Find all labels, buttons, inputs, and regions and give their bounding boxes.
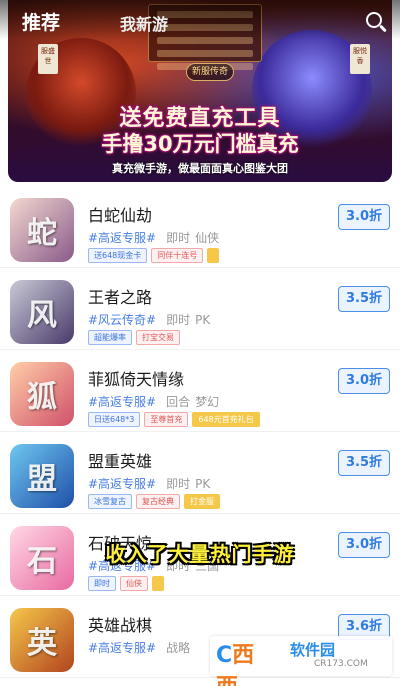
game-meta: #高返专服# 即时 仙侠 <box>88 229 224 246</box>
discount-button[interactable]: 3.0折 <box>338 204 390 230</box>
video-subtitle: 收入了大量热门手游 <box>105 542 295 566</box>
discount-button[interactable]: 3.0折 <box>338 368 390 394</box>
game-badge: 超能爆率 <box>88 330 132 345</box>
list-item[interactable]: 蛇 白蛇仙劫 #高返专服# 即时 仙侠送648现金卡 同伴十连号 3.0折 <box>0 186 400 268</box>
discount-button[interactable]: 3.5折 <box>338 450 390 476</box>
game-badges: 日送648*3 至尊首充 648元首充礼包 <box>88 412 264 431</box>
tab-recommend[interactable]: 推荐 <box>22 8 60 35</box>
game-badges: 即时 仙侠 <box>88 576 168 595</box>
top-tab-bar: 推荐 我新游 <box>0 0 400 40</box>
list-item[interactable]: 狐 菲狐倚天情缘 #高返专服# 回合 梦幻日送648*3 至尊首充 648元首充礼包 3.0折 <box>0 350 400 432</box>
game-badge: 日送648*3 <box>88 412 141 427</box>
game-icon-art: 狐 <box>27 380 57 415</box>
game-special-tag[interactable]: #高返专服# <box>88 641 156 655</box>
game-badge: 同伴十连号 <box>151 248 204 263</box>
list-item[interactable]: 风 王者之路 #风云传奇# 即时 PK 超能爆率 打宝交易 3.5折 <box>0 268 400 350</box>
game-icon-art: 盟 <box>27 462 57 497</box>
game-badges: 超能爆率 打宝交易 <box>88 330 184 349</box>
game-badge: 冰雪复古 <box>88 494 132 509</box>
game-badge: 打宝交易 <box>136 330 180 345</box>
game-badge: 648元首充礼包 <box>192 412 260 427</box>
game-icon[interactable]: 英 <box>10 608 74 672</box>
game-badge: 送648现金卡 <box>88 248 148 263</box>
watermark-logo: C西西 <box>216 643 255 686</box>
game-icon[interactable]: 蛇 <box>10 198 74 262</box>
game-badge <box>207 248 220 263</box>
game-icon-art: 风 <box>27 298 57 333</box>
game-special-tag[interactable]: #高返专服# <box>88 231 156 245</box>
game-badges: 送648现金卡 同伴十连号 <box>88 248 223 267</box>
discount-button[interactable]: 3.5折 <box>338 286 390 312</box>
tab-new-games[interactable]: 我新游 <box>120 11 168 35</box>
game-badges: 冰雪复古 复古经典 打金服 <box>88 494 224 513</box>
game-badge: 打金服 <box>184 494 220 509</box>
game-genre-tag: 即时 <box>166 313 191 327</box>
game-special-tag[interactable]: #高返专服# <box>88 395 156 409</box>
game-genre-tag: 仙侠 <box>195 231 220 245</box>
game-meta: #风云传奇# 即时 PK <box>88 311 215 328</box>
game-badge: 复古经典 <box>136 494 180 509</box>
game-icon-art: 蛇 <box>27 216 57 251</box>
watermark-name: 软件园 <box>290 641 336 659</box>
game-title[interactable]: 白蛇仙劫 <box>88 202 152 226</box>
game-genre-tag: 即时 <box>166 477 191 491</box>
game-meta: #高返专服# 即时 PK <box>88 475 215 492</box>
game-badge <box>152 576 164 591</box>
game-title[interactable]: 王者之路 <box>88 284 152 308</box>
game-genre-tag: 即时 <box>166 231 191 245</box>
banner-tag-right: 服悦香 <box>350 44 370 74</box>
game-special-tag[interactable]: #高返专服# <box>88 477 156 491</box>
site-watermark: C西西 软件园 CR173.COM <box>210 636 392 686</box>
banner-caption: 真充微手游，做最面面真心图鉴大团 <box>112 162 288 175</box>
banner-sub-logo: 新服传奇 <box>186 63 234 81</box>
game-badge: 至尊首充 <box>144 412 189 427</box>
game-meta: #高返专服# 战略 <box>88 639 195 656</box>
game-badge: 仙侠 <box>120 576 148 591</box>
game-genre-tag: 战略 <box>166 641 191 655</box>
banner-tag-left: 服盛世 <box>38 44 58 74</box>
game-title[interactable]: 盟重英雄 <box>88 448 152 472</box>
search-icon[interactable] <box>364 10 388 34</box>
watermark-url: CR173.COM <box>314 659 368 669</box>
game-icon-art: 英 <box>27 626 57 661</box>
game-list: 蛇白蛇仙劫 #高返专服# 即时 仙侠 送648现金卡 同伴十连号 3.0折风王者之路 #风云传… <box>0 186 400 678</box>
game-badge: 即时 <box>88 576 116 591</box>
game-title[interactable]: 英雄战棋 <box>88 612 152 636</box>
list-item[interactable]: 盟 盟重英雄 #高返专服# 即时 PK 冰雪复古 复古经典 打金服 3.5折 <box>0 432 400 514</box>
game-icon[interactable]: 风 <box>10 280 74 344</box>
game-icon[interactable]: 狐 <box>10 362 74 426</box>
game-title[interactable]: 菲狐倚天情缘 <box>88 366 184 390</box>
game-genre-tag: 回合 <box>166 395 191 409</box>
game-genre-tag: PK <box>195 477 211 491</box>
game-special-tag[interactable]: #风云传奇# <box>88 313 156 327</box>
game-genre-tag: 梦幻 <box>195 395 220 409</box>
game-meta: #高返专服# 回合 梦幻 <box>88 393 224 410</box>
banner-subheadline: 手撸30万元门槛真充 <box>101 132 299 156</box>
game-icon[interactable]: 盟 <box>10 444 74 508</box>
game-genre-tag: PK <box>195 313 211 327</box>
